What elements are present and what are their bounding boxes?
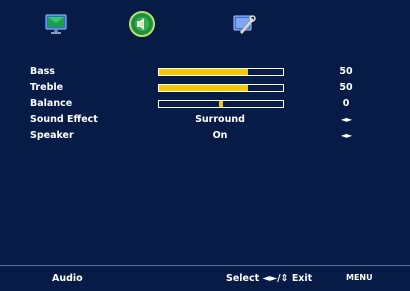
osd-menu: Bass 50 Treble 50 Balance 0 Sound Effect… <box>0 0 410 291</box>
bass-slider-fill <box>159 69 248 75</box>
balance-label: Balance <box>30 98 73 109</box>
treble-slider-fill <box>159 85 248 91</box>
bass-label: Bass <box>30 66 55 77</box>
bass-row[interactable]: Bass 50 <box>0 64 410 80</box>
menu-button-hint[interactable]: MENU <box>346 271 373 285</box>
speaker-label: Speaker <box>30 130 74 141</box>
footer-bar: Audio Select ◄►/⇕ Exit MENU <box>0 266 410 291</box>
navigation-hint: Select ◄►/⇕ Exit <box>226 273 313 284</box>
sound-effect-row[interactable]: Sound Effect Surround ◄► <box>0 112 410 128</box>
left-right-arrows-icon[interactable]: ◄► <box>341 112 352 128</box>
speaker-row[interactable]: Speaker On ◄► <box>0 128 410 144</box>
sound-effect-label: Sound Effect <box>30 114 98 125</box>
left-right-arrows-icon[interactable]: ◄► <box>341 128 352 144</box>
balance-slider-marker[interactable] <box>219 101 223 107</box>
bass-slider[interactable] <box>158 68 284 76</box>
balance-row[interactable]: Balance 0 <box>0 96 410 112</box>
balance-slider[interactable] <box>158 100 284 108</box>
menu-title: Audio <box>52 273 83 284</box>
menu-tab-bar <box>0 0 410 52</box>
wrench-setup-icon[interactable] <box>232 12 256 36</box>
speaker-disc-icon[interactable] <box>128 10 156 38</box>
monitor-icon[interactable] <box>44 12 68 36</box>
treble-slider[interactable] <box>158 84 284 92</box>
treble-label: Treble <box>30 82 64 93</box>
treble-row[interactable]: Treble 50 <box>0 80 410 96</box>
